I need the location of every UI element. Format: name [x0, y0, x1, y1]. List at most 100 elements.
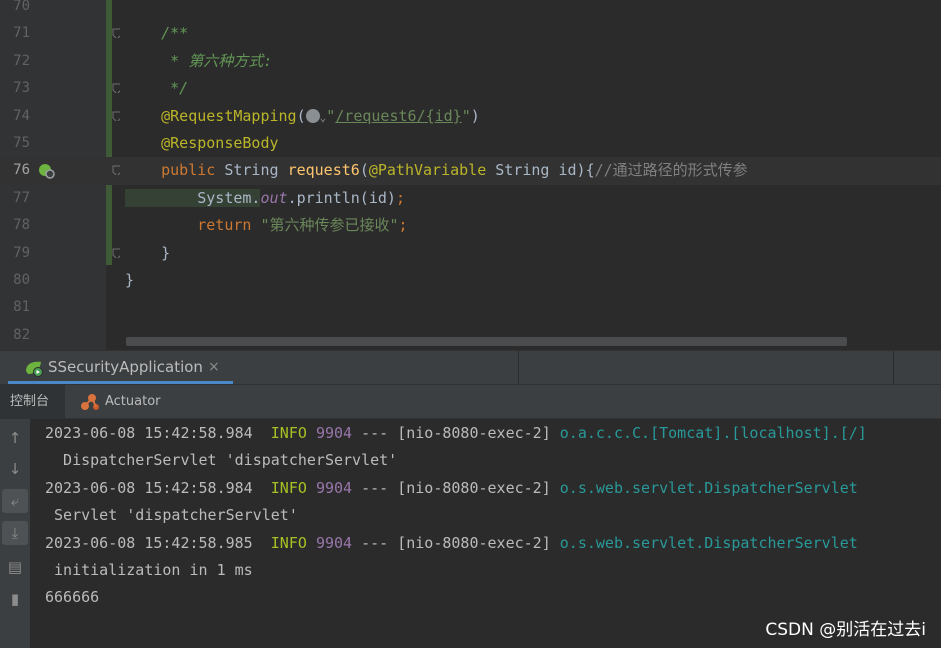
code-token: @RequestMapping: [125, 106, 297, 125]
console-line: DispatcherServlet 'dispatcherServlet': [45, 447, 397, 474]
line-number[interactable]: 78: [0, 212, 30, 239]
fold-marker-icon[interactable]: [112, 28, 120, 39]
console-token: 2023-06-08 15:42:58.984: [45, 424, 271, 442]
tab-console[interactable]: 控制台: [0, 385, 65, 419]
console-line: Servlet 'dispatcherServlet': [45, 502, 298, 529]
tab-actuator[interactable]: Actuator: [80, 385, 161, 419]
logger-link[interactable]: o.s.web.servlet.DispatcherServlet: [560, 479, 858, 497]
code-token: */: [125, 79, 189, 98]
line-number[interactable]: 76: [0, 157, 30, 184]
run-tab-ssecurity-application[interactable]: SSecurityApplication ×: [8, 351, 233, 384]
horizontal-scrollbar[interactable]: [126, 337, 847, 346]
code-text: return "第六种传参已接收";: [125, 212, 407, 239]
up-arrow-icon[interactable]: ↑: [2, 426, 28, 450]
fold-marker-icon[interactable]: [112, 111, 120, 121]
code-line[interactable]: 70: [0, 0, 941, 20]
soft-wrap-icon[interactable]: ⤶: [2, 489, 28, 513]
fold-marker-icon[interactable]: [112, 248, 120, 258]
code-token: String id){: [495, 161, 595, 180]
logger-link[interactable]: o.a.c.c.C.[Tomcat].[localhost].[/]: [560, 424, 867, 442]
close-icon[interactable]: ×: [208, 351, 220, 383]
web-url-icon[interactable]: ⌄: [305, 107, 326, 125]
line-number[interactable]: 70: [0, 0, 30, 20]
code-text: }: [125, 267, 134, 294]
code-token: }: [125, 243, 171, 262]
code-text: * 第六种方式:: [125, 48, 272, 75]
code-token: return: [125, 216, 261, 235]
code-line[interactable]: 81: [0, 294, 941, 321]
console-line: 2023-06-08 15:42:58.985 INFO 9904 --- [n…: [45, 530, 858, 557]
trash-icon[interactable]: ▮: [2, 587, 28, 611]
console-subtabs: 控制台 Actuator: [0, 384, 941, 419]
code-line[interactable]: 78 return "第六种传参已接收";: [0, 212, 941, 239]
code-token: (: [359, 161, 369, 180]
console-token: INFO: [270, 478, 316, 497]
code-line[interactable]: 73 */: [0, 75, 941, 102]
watermark: CSDN @别活在过去i: [765, 620, 926, 640]
logger-link[interactable]: o.s.web.servlet.DispatcherServlet: [560, 534, 858, 552]
console-token: --- [nio-8080-exec-2]: [352, 533, 560, 552]
spring-web-endpoint-icon[interactable]: [38, 162, 56, 180]
code-token: ": [326, 106, 336, 125]
console-token: 666666: [45, 588, 100, 607]
code-line[interactable]: 75 @ResponseBody: [0, 130, 941, 157]
code-token: }: [125, 271, 135, 289]
code-token: //通过路径的形式传参: [594, 161, 748, 180]
scroll-to-end-icon[interactable]: ⤓: [2, 521, 28, 545]
line-number[interactable]: 82: [0, 322, 30, 349]
code-token: ): [470, 106, 480, 125]
console-token: initialization in 1 ms: [45, 561, 253, 579]
console-token: 9904: [315, 478, 353, 497]
line-number[interactable]: 80: [0, 267, 30, 294]
tab-actuator-label: Actuator: [105, 394, 161, 409]
line-number[interactable]: 71: [0, 20, 30, 47]
code-token: "第六种传参已接收": [260, 216, 399, 235]
console-token: 2023-06-08 15:42:58.985: [45, 533, 271, 552]
code-line[interactable]: 74 @RequestMapping(⌄"/request6/{id}"): [0, 103, 941, 130]
console-output[interactable]: 2023-06-08 15:42:58.984 INFO 9904 --- [n…: [30, 419, 941, 648]
line-number[interactable]: 72: [0, 48, 30, 75]
code-text: @ResponseBody: [125, 130, 279, 157]
code-token: ": [461, 106, 471, 125]
code-text: System.out.println(id);: [125, 185, 405, 212]
down-arrow-icon[interactable]: ↓: [2, 457, 28, 481]
code-line[interactable]: 79 }: [0, 240, 941, 267]
console-line: 2023-06-08 15:42:58.984 INFO 9904 --- [n…: [45, 420, 867, 447]
print-icon[interactable]: ▤: [2, 555, 28, 579]
code-token: * 第六种方式:: [125, 51, 273, 70]
code-text: /**: [125, 20, 188, 47]
code-token: request6: [287, 161, 360, 180]
line-number[interactable]: 74: [0, 103, 30, 130]
console-token: --- [nio-8080-exec-2]: [352, 478, 560, 497]
code-line[interactable]: 76 public String request6(@PathVariable …: [0, 157, 941, 185]
code-token: @ResponseBody: [125, 134, 279, 152]
console-token: 9904: [315, 533, 353, 552]
console-token: 2023-06-08 15:42:58.984: [45, 478, 271, 497]
code-line[interactable]: 77 System.out.println(id);: [0, 185, 941, 212]
line-number[interactable]: 81: [0, 294, 30, 321]
run-toolwindow-tabbar: SSecurityApplication ×: [0, 350, 941, 385]
url-link[interactable]: /request6/{id}: [335, 107, 461, 125]
code-text: }: [125, 240, 170, 267]
fold-marker-icon[interactable]: [112, 83, 120, 94]
code-line[interactable]: 80}: [0, 267, 941, 294]
code-editor[interactable]: 70 71 /** 72 * 第六种方式: 73 */74 @RequestMappi…: [0, 0, 941, 350]
code-text: @RequestMapping(⌄"/request6/{id}"): [125, 103, 480, 131]
code-line[interactable]: 72 * 第六种方式:: [0, 48, 941, 75]
actuator-icon: [81, 394, 99, 410]
run-tab-label: SSecurityApplication: [48, 358, 203, 376]
line-number[interactable]: 73: [0, 75, 30, 102]
code-token: out: [260, 188, 288, 207]
console-token: INFO: [270, 424, 316, 442]
line-number[interactable]: 77: [0, 185, 30, 212]
code-text: public String request6(@PathVariable Str…: [125, 157, 748, 184]
fold-marker-icon[interactable]: [112, 165, 120, 176]
code-token: ;: [395, 188, 405, 207]
line-number[interactable]: 75: [0, 130, 30, 157]
code-line[interactable]: 71 /**: [0, 20, 941, 47]
line-number[interactable]: 79: [0, 240, 30, 267]
code-text: */: [125, 75, 188, 102]
tab-console-label: 控制台: [10, 394, 50, 409]
console-token: INFO: [270, 533, 316, 552]
toolbar-divider: [518, 351, 519, 385]
